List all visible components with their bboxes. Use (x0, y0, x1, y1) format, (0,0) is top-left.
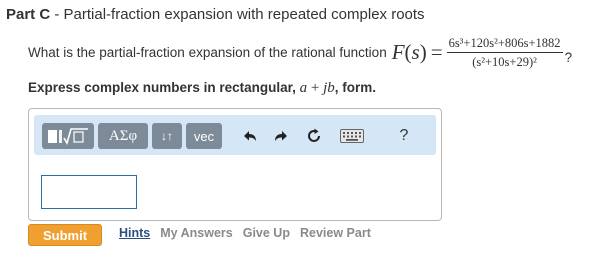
vec-button[interactable]: vec (186, 123, 222, 149)
math-a: a (299, 80, 308, 96)
instruction-text: Express complex numbers in rectangular, (28, 80, 300, 95)
undo-icon[interactable] (237, 123, 263, 149)
rational-fraction: 6s³+120s²+806s+1882 (s²+10s+29)² (446, 36, 563, 69)
arrows-button[interactable]: ↓↑ (152, 123, 182, 149)
part-header: Part C - Partial-fraction expansion with… (6, 6, 425, 23)
my-answers-link[interactable]: My Answers (160, 226, 232, 240)
symbols-button[interactable]: ΑΣφ (98, 123, 148, 149)
instruction-end: , form. (334, 80, 377, 95)
fraction-denominator: (s²+10s+29)² (472, 55, 537, 69)
equals-sign: = (430, 40, 443, 64)
part-separator: - (50, 6, 64, 23)
instruction: Express complex numbers in rectangular, … (28, 80, 376, 97)
give-up-link[interactable]: Give Up (243, 226, 290, 240)
hints-link[interactable]: Hints (119, 226, 150, 240)
answer-box: ΑΣφ ↓↑ vec ? (28, 108, 442, 221)
reset-icon[interactable] (301, 123, 327, 149)
question-end: ? (564, 50, 573, 65)
review-part-link[interactable]: Review Part (300, 226, 371, 240)
part-label: Part C (6, 6, 51, 23)
templates-button[interactable] (42, 123, 94, 149)
function-name: F (391, 40, 405, 64)
question-text: What is the partial-fraction expansion o… (28, 45, 387, 60)
function-open-paren: ( (404, 40, 412, 64)
redo-icon[interactable] (268, 123, 294, 149)
function-close-paren: ) (419, 40, 427, 64)
keyboard-icon[interactable] (337, 123, 367, 149)
help-button[interactable]: ? (391, 123, 417, 149)
action-links: Hints My Answers Give Up Review Part (119, 226, 371, 240)
math-toolbar: ΑΣφ ↓↑ vec ? (34, 115, 436, 155)
answer-input[interactable] (41, 175, 137, 209)
template-icon (48, 128, 88, 145)
fraction-numerator: 6s³+120s²+806s+1882 (446, 36, 563, 53)
math-jb: jb (323, 80, 335, 96)
submit-button[interactable]: Submit (28, 224, 102, 246)
question: What is the partial-fraction expansion o… (28, 36, 572, 69)
math-plus: + (307, 80, 324, 96)
function-var: s (411, 40, 420, 64)
part-title: Partial-fraction expansion with repeated… (63, 6, 425, 23)
